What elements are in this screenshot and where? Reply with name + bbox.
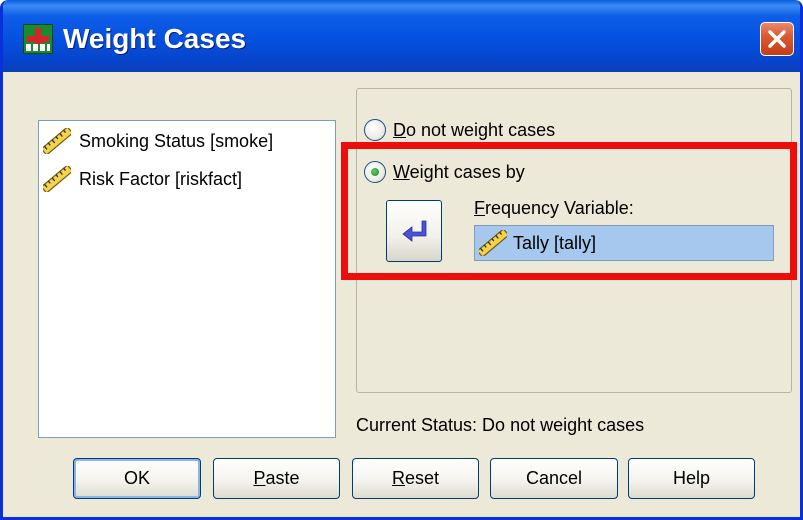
list-item-label: Smoking Status [smoke]	[79, 130, 274, 151]
scale-ruler-icon	[43, 128, 71, 154]
dialog-title: Weight Cases	[63, 23, 247, 54]
list-item-riskfact[interactable]: Risk Factor [riskfact]	[43, 166, 242, 192]
list-item-smoke[interactable]: Smoking Status [smoke]	[43, 128, 273, 154]
radio-button-unselected[interactable]	[364, 119, 386, 141]
help-button[interactable]: Help	[628, 458, 755, 499]
cancel-button[interactable]: Cancel	[490, 458, 618, 499]
title-bar[interactable]: Weight Cases	[3, 0, 800, 72]
red-highlight-annotation	[341, 142, 797, 280]
radio-label-do-not-weight: Do not weight cases	[393, 119, 556, 140]
list-item-label: Risk Factor [riskfact]	[79, 168, 243, 189]
reset-button[interactable]: Reset	[352, 458, 479, 499]
scale-ruler-icon	[43, 166, 71, 192]
ok-button[interactable]: OK	[73, 458, 201, 499]
spss-app-icon	[23, 24, 53, 54]
close-button[interactable]	[760, 22, 794, 56]
close-icon	[768, 30, 786, 48]
weight-cases-dialog: Weight Cases Smoking Status [smoke] Risk…	[0, 0, 803, 520]
source-variable-list[interactable]: Smoking Status [smoke] Risk Factor [risk…	[38, 120, 336, 438]
radio-do-not-weight[interactable]: Do not weight cases	[364, 119, 555, 141]
current-status-text: Current Status: Do not weight cases	[356, 415, 645, 435]
paste-button[interactable]: Paste	[213, 458, 340, 499]
